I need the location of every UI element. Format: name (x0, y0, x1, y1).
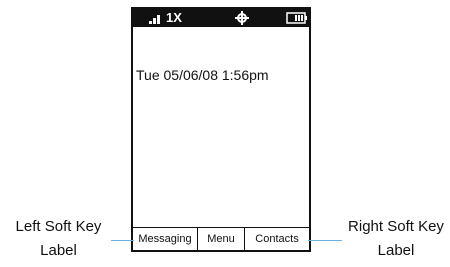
signal-icon (149, 14, 161, 24)
right-softkey-callout: Right Soft Key Label (342, 215, 450, 263)
left-softkey-messaging[interactable]: Messaging (133, 228, 198, 250)
right-callout-line1: Right Soft Key (348, 218, 444, 235)
center-softkey-menu[interactable]: Menu (198, 228, 245, 250)
phone-screen: 1X Tue 05/06/08 1:56pm Messaging Menu Co… (131, 7, 311, 252)
network-type-label: 1X (166, 10, 182, 25)
left-callout-line1: Left Soft Key (15, 218, 102, 235)
softkey-bar: Messaging Menu Contacts (133, 227, 309, 250)
left-callout-line2: Label (40, 242, 77, 259)
right-leader-line (308, 240, 342, 241)
home-datetime: Tue 05/06/08 1:56pm (136, 67, 269, 83)
right-softkey-contacts[interactable]: Contacts (245, 228, 309, 250)
right-callout-line2: Label (377, 242, 415, 259)
left-softkey-callout: Left Soft Key Label (6, 215, 111, 263)
battery-icon (286, 12, 307, 24)
location-icon (235, 11, 249, 25)
left-leader-line (111, 240, 134, 241)
status-bar: 1X (133, 9, 309, 27)
